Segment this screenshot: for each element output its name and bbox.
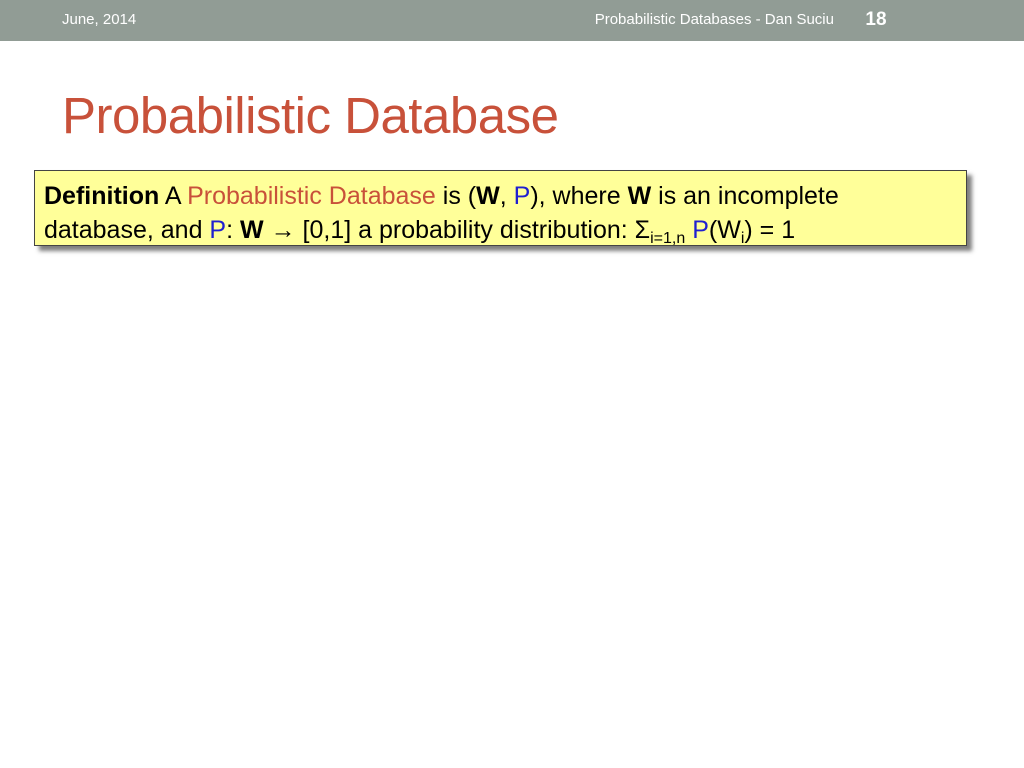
definition-line-1: Definition A Probabilistic Database is (… — [44, 179, 957, 213]
definition-where: ), where — [530, 182, 628, 210]
definition-line-2: database, and P: W → [0,1] a probability… — [44, 213, 957, 247]
header-date: June, 2014 — [62, 11, 137, 28]
page-number: 18 — [865, 9, 887, 30]
header-course-title: Probabilistic Databases - Dan Suciu — [594, 11, 834, 28]
symbol-w-3: W — [240, 216, 264, 244]
definition-label: Definition — [44, 182, 160, 210]
definition-paren-open: (W — [708, 216, 741, 244]
symbol-p-2: P — [209, 216, 227, 244]
definition-box: Definition A Probabilistic Database is (… — [34, 170, 967, 247]
symbol-w: W — [476, 182, 500, 210]
definition-incomplete: is an incomplete — [651, 182, 839, 210]
definition-term: Probabilistic Database — [187, 182, 436, 210]
definition-line2-start: database, and — [44, 216, 210, 244]
symbol-p: P — [513, 182, 531, 210]
definition-range: [0,1] a probability distribution: Σ — [302, 216, 651, 244]
sum-subscript: i=1,n — [650, 230, 686, 247]
definition-comma: , — [499, 182, 514, 210]
symbol-p-3: P — [692, 216, 709, 244]
slide-title: Probabilistic Database — [62, 87, 559, 144]
definition-equals-one: ) = 1 — [744, 216, 796, 244]
header-bar: June, 2014 Probabilistic Databases - Dan… — [0, 0, 1024, 41]
definition-colon: : — [226, 216, 241, 244]
symbol-w-2: W — [627, 182, 652, 210]
definition-is-open: is ( — [435, 182, 477, 210]
slide: June, 2014 Probabilistic Databases - Dan… — [0, 0, 1024, 768]
arrow-icon: → — [263, 216, 303, 244]
definition-article: A — [159, 182, 188, 210]
